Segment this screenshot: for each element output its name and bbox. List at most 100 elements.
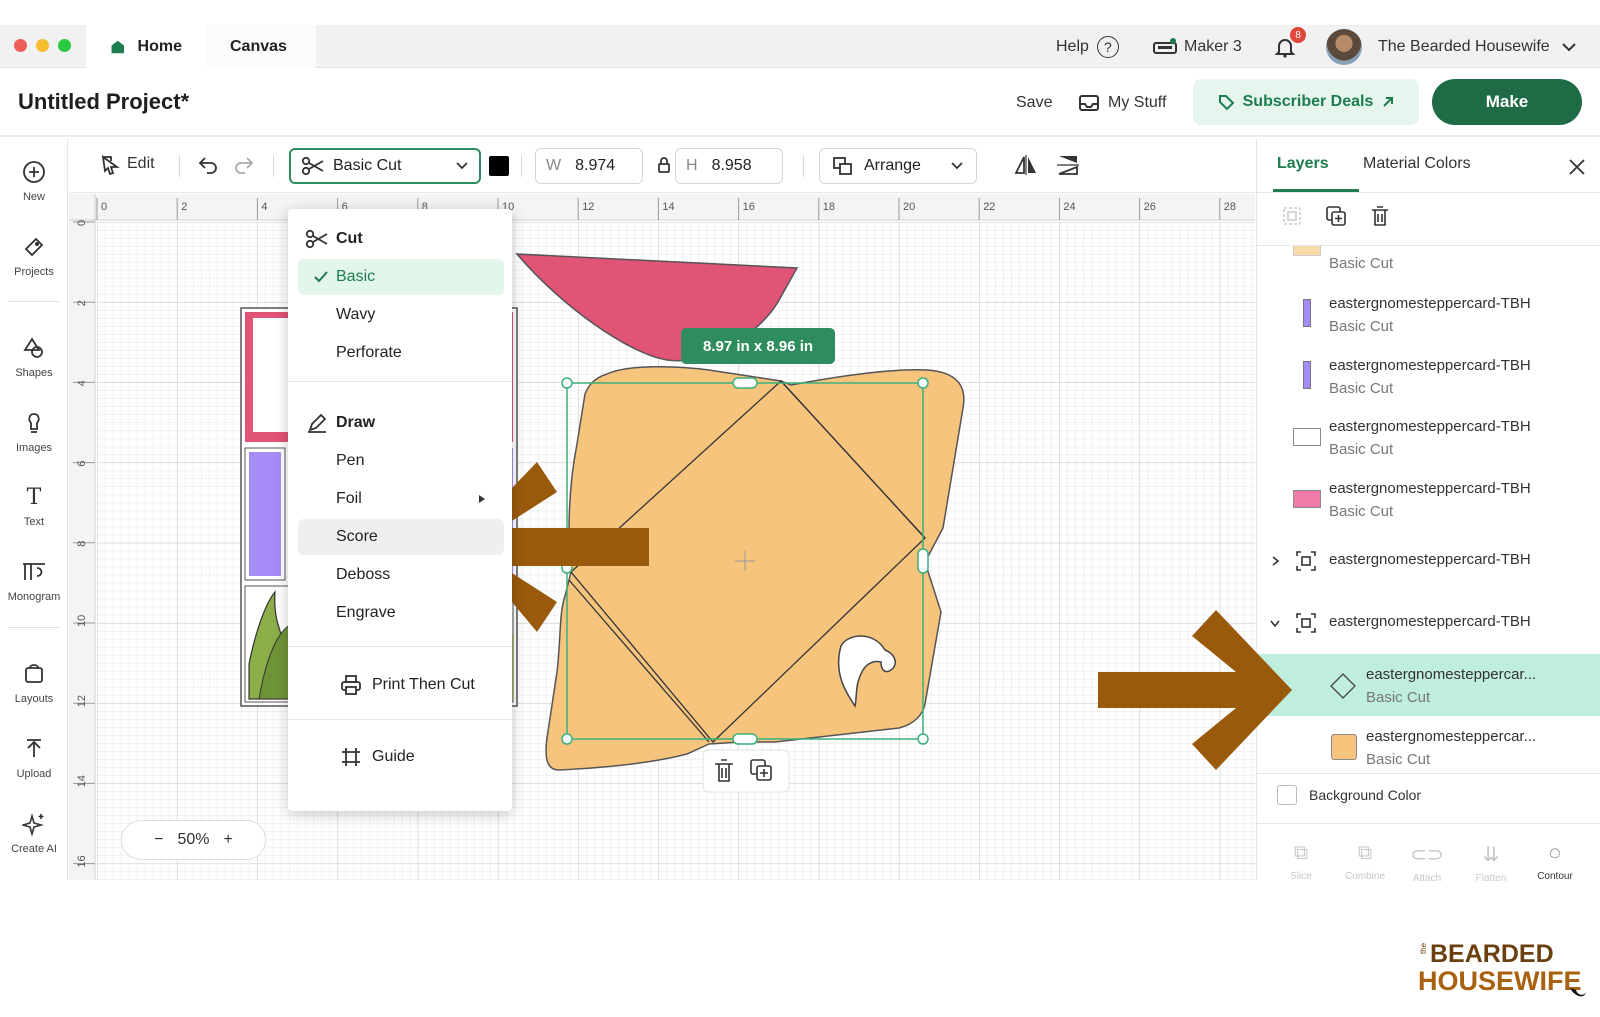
rail-item-shapes[interactable]: Shapes: [0, 333, 68, 379]
arrange-select[interactable]: Arrange: [819, 148, 977, 184]
dropdown-item-pen[interactable]: Pen: [288, 443, 512, 479]
machine-selector[interactable]: Maker 3: [1152, 25, 1242, 68]
layer-row[interactable]: Basic Cut: [1257, 246, 1600, 282]
chevron-down-icon: [951, 162, 963, 170]
minimize-window-button[interactable]: [36, 39, 49, 52]
dropdown-item-wavy[interactable]: Wavy: [288, 297, 512, 333]
layer-row[interactable]: eastergnomesteppercard-TBH Basic Cut: [1257, 283, 1600, 345]
dropdown-item-label: Score: [336, 528, 378, 545]
width-label: W: [546, 157, 562, 174]
rail-item-upload[interactable]: Upload: [0, 734, 68, 780]
tab-layers[interactable]: Layers: [1277, 155, 1329, 173]
dropdown-item-basic[interactable]: Basic: [298, 259, 504, 295]
flip-horizontal-button[interactable]: [1013, 153, 1039, 177]
layer-group-row[interactable]: eastergnomesteppercard-TBH: [1257, 592, 1600, 654]
layer-child-row[interactable]: eastergnomesteppercar... Basic Cut: [1257, 716, 1600, 778]
color-swatch[interactable]: [489, 156, 509, 176]
ruler-tick-label: 12: [582, 201, 594, 213]
avatar[interactable]: [1326, 29, 1362, 65]
dropdown-item-print-then-cut[interactable]: Print Then Cut: [288, 667, 512, 703]
tab-canvas-label: Canvas: [230, 37, 287, 55]
height-field[interactable]: H 8.958: [675, 148, 783, 184]
maximize-window-button[interactable]: [58, 39, 71, 52]
design-canvas[interactable]: 0 2 4 6 8 10 12 14 16 18 20 22 24 26 28 0 2 4 6 8 10 12 14 16: [69, 194, 1255, 880]
tab-home-label: Home: [137, 37, 182, 55]
contour-button[interactable]: ◌ Contour: [1525, 842, 1585, 882]
toolbar-divider: [179, 155, 180, 177]
rail-item-create-ai[interactable]: Create AI: [0, 809, 68, 855]
rail-label: Text: [23, 516, 45, 528]
layer-thumbnail: [1293, 428, 1321, 446]
rail-item-layouts[interactable]: Layouts: [0, 659, 68, 705]
rail-item-images[interactable]: Images: [0, 408, 68, 454]
flip-vertical-button[interactable]: [1055, 153, 1081, 177]
combine-button[interactable]: ⧉ Combine: [1335, 842, 1395, 882]
layer-row[interactable]: eastergnomesteppercard-TBH Basic Cut: [1257, 468, 1600, 530]
zoom-in-button[interactable]: +: [224, 831, 233, 849]
rail-item-new[interactable]: New: [0, 157, 68, 203]
ruler-tick-label: 14: [76, 775, 88, 787]
footer-label: Combine: [1344, 871, 1386, 882]
undo-button[interactable]: [197, 153, 219, 175]
layer-row[interactable]: eastergnomesteppercard-TBH Basic Cut: [1257, 345, 1600, 407]
ruler-tick-label: 2: [181, 201, 187, 213]
tab-canvas[interactable]: Canvas: [206, 25, 316, 68]
scissors-icon: [304, 229, 330, 249]
dropdown-item-engrave[interactable]: Engrave: [288, 595, 512, 631]
dropdown-item-perforate[interactable]: Perforate: [288, 335, 512, 371]
dropdown-item-score[interactable]: Score: [298, 519, 504, 555]
rail-item-projects[interactable]: Projects: [0, 232, 68, 278]
rail-divider: [8, 627, 60, 628]
ruler-tick-label: 0: [101, 201, 107, 213]
attach-button[interactable]: ⊂⊃ Attach: [1397, 842, 1457, 884]
background-color-checkbox[interactable]: [1277, 785, 1297, 805]
layer-group-name: eastergnomesteppercard-TBH: [1329, 551, 1531, 568]
envelope-shape[interactable]: [545, 365, 965, 771]
dropdown-item-label: Print Then Cut: [372, 676, 475, 693]
redo-button[interactable]: [233, 153, 255, 175]
tab-home[interactable]: Home: [86, 25, 206, 68]
toolbar-divider: [521, 155, 522, 177]
slice-button[interactable]: ⧉ Slice: [1271, 842, 1331, 882]
group-icon[interactable]: [1281, 205, 1303, 227]
shapes-icon: [19, 333, 49, 363]
toolbar-divider: [273, 155, 274, 177]
rail-item-text[interactable]: T Text: [0, 482, 68, 529]
my-stuff-button[interactable]: My Stuff: [1078, 94, 1166, 112]
make-button[interactable]: Make: [1432, 79, 1582, 125]
flatten-button[interactable]: ⇊ Flatten: [1461, 842, 1521, 884]
zoom-out-button[interactable]: −: [154, 831, 163, 849]
help-link[interactable]: Help ?: [1056, 25, 1119, 68]
layer-group-row[interactable]: eastergnomesteppercard-TBH: [1257, 530, 1600, 592]
layer-operation: Basic Cut: [1329, 441, 1394, 458]
dropdown-item-guide[interactable]: Guide: [288, 739, 512, 775]
dropdown-divider: [288, 719, 512, 720]
arrange-icon: [833, 157, 852, 175]
tab-material-colors[interactable]: Material Colors: [1363, 155, 1471, 173]
chevron-right-icon[interactable]: [1269, 555, 1281, 567]
monogram-icon: [19, 557, 49, 587]
footer-label: Slice: [1290, 871, 1312, 882]
dropdown-item-deboss[interactable]: Deboss: [288, 557, 512, 593]
save-button[interactable]: Save: [1016, 94, 1052, 112]
dropdown-item-foil[interactable]: Foil: [288, 481, 512, 517]
edit-button[interactable]: Edit: [99, 153, 155, 175]
layer-operation: Basic Cut: [1366, 751, 1431, 768]
dropdown-header-cut: Cut: [288, 221, 512, 257]
width-field[interactable]: W 8.974: [535, 148, 643, 184]
operation-select[interactable]: Basic Cut: [289, 148, 481, 184]
close-icon[interactable]: [1567, 157, 1587, 177]
zoom-control[interactable]: − 50% +: [121, 820, 266, 860]
subscriber-deals-button[interactable]: Subscriber Deals: [1193, 79, 1419, 125]
lock-aspect-button[interactable]: [657, 156, 671, 174]
duplicate-icon[interactable]: [1325, 205, 1347, 227]
canvas-grid[interactable]: 0 2 4 6 8 10 12 14 16 18 20 22 24 26 28 0246810121416: [69, 194, 1255, 880]
close-window-button[interactable]: [14, 39, 27, 52]
rail-item-monogram[interactable]: Monogram: [0, 557, 68, 603]
account-menu[interactable]: The Bearded Housewife: [1378, 25, 1578, 68]
layer-name: eastergnomesteppercard-TBH: [1329, 480, 1531, 497]
layer-row[interactable]: eastergnomesteppercard-TBH Basic Cut: [1257, 406, 1600, 468]
trash-icon[interactable]: [1369, 205, 1391, 227]
toolbar-divider: [803, 155, 804, 177]
layer-child-row-selected[interactable]: eastergnomesteppercar... Basic Cut: [1257, 654, 1600, 716]
